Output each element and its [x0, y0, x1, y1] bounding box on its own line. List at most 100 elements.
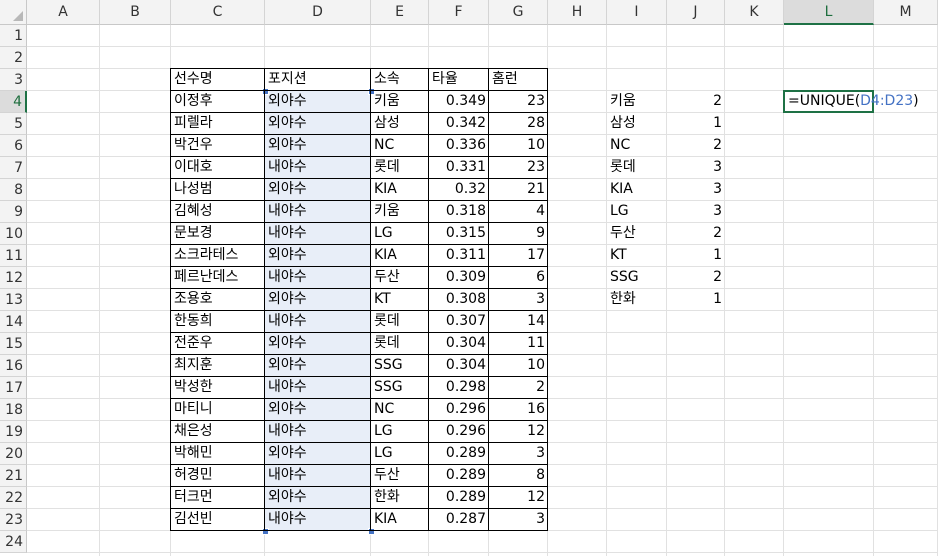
table-cell[interactable]: 박해민	[171, 443, 265, 465]
table-cell[interactable]: 내야수	[265, 509, 371, 531]
row-header-3[interactable]: 3	[0, 69, 27, 91]
table-cell[interactable]: 내야수	[265, 465, 371, 487]
table-cell[interactable]: 마티니	[171, 399, 265, 421]
column-header-m[interactable]: M	[874, 0, 938, 25]
table-cell[interactable]: 10	[489, 135, 548, 157]
table-cell[interactable]: 3	[489, 289, 548, 311]
summary-count[interactable]: 3	[667, 201, 725, 223]
table-cell[interactable]: 키움	[371, 201, 429, 223]
table-cell[interactable]: 내야수	[265, 421, 371, 443]
column-header-h[interactable]: H	[548, 0, 607, 25]
active-cell-l4[interactable]: =UNIQUE(D4:D23)	[783, 90, 919, 113]
table-cell[interactable]: 외야수	[265, 179, 371, 201]
table-cell[interactable]: 10	[489, 355, 548, 377]
column-header-j[interactable]: J	[667, 0, 725, 25]
summary-count[interactable]: 2	[667, 267, 725, 289]
row-header-13[interactable]: 13	[0, 289, 27, 311]
table-cell[interactable]: 23	[489, 157, 548, 179]
table-cell[interactable]: 외야수	[265, 135, 371, 157]
table-cell[interactable]: 0.307	[429, 311, 489, 333]
table-cell[interactable]: 허경민	[171, 465, 265, 487]
table-cell[interactable]: 12	[489, 421, 548, 443]
summary-team[interactable]: 삼성	[607, 113, 667, 135]
table-cell[interactable]: 0.296	[429, 421, 489, 443]
column-header-l[interactable]: L	[784, 0, 874, 25]
row-header-17[interactable]: 17	[0, 377, 27, 399]
table-cell[interactable]: 0.289	[429, 443, 489, 465]
table-cell[interactable]: 3	[489, 509, 548, 531]
table-cell[interactable]: 0.342	[429, 113, 489, 135]
table-cell[interactable]: KIA	[371, 245, 429, 267]
row-header-9[interactable]: 9	[0, 201, 27, 223]
table-cell[interactable]: 이대호	[171, 157, 265, 179]
table-cell[interactable]: 9	[489, 223, 548, 245]
column-header-e[interactable]: E	[371, 0, 429, 25]
table-cell[interactable]: 2	[489, 377, 548, 399]
table-header-cell[interactable]: 소속	[371, 69, 429, 91]
table-cell[interactable]: NC	[371, 399, 429, 421]
column-header-f[interactable]: F	[429, 0, 489, 25]
table-cell[interactable]: 0.304	[429, 333, 489, 355]
row-header-12[interactable]: 12	[0, 267, 27, 289]
summary-count[interactable]: 2	[667, 223, 725, 245]
column-header-k[interactable]: K	[725, 0, 784, 25]
table-cell[interactable]: 14	[489, 311, 548, 333]
table-cell[interactable]: 11	[489, 333, 548, 355]
table-cell[interactable]: 키움	[371, 91, 429, 113]
cell-formula[interactable]: =UNIQUE(D4:D23)	[788, 91, 919, 111]
table-header-cell[interactable]: 홈런	[489, 69, 548, 91]
row-header-24[interactable]: 24	[0, 531, 27, 553]
table-cell[interactable]: 0.318	[429, 201, 489, 223]
table-cell[interactable]: 외야수	[265, 355, 371, 377]
row-header-15[interactable]: 15	[0, 333, 27, 355]
table-cell[interactable]: KIA	[371, 179, 429, 201]
row-header-22[interactable]: 22	[0, 487, 27, 509]
table-cell[interactable]: LG	[371, 421, 429, 443]
table-cell[interactable]: 내야수	[265, 377, 371, 399]
summary-team[interactable]: NC	[607, 135, 667, 157]
row-header-21[interactable]: 21	[0, 465, 27, 487]
table-cell[interactable]: 내야수	[265, 201, 371, 223]
table-cell[interactable]: 16	[489, 399, 548, 421]
row-header-2[interactable]: 2	[0, 47, 27, 69]
table-cell[interactable]: 김선빈	[171, 509, 265, 531]
table-cell[interactable]: 0.336	[429, 135, 489, 157]
table-cell[interactable]: 두산	[371, 465, 429, 487]
table-cell[interactable]: 0.289	[429, 487, 489, 509]
row-header-11[interactable]: 11	[0, 245, 27, 267]
table-cell[interactable]: 3	[489, 443, 548, 465]
table-cell[interactable]: 페르난데스	[171, 267, 265, 289]
table-cell[interactable]: 6	[489, 267, 548, 289]
table-cell[interactable]: 0.349	[429, 91, 489, 113]
table-header-cell[interactable]: 선수명	[171, 69, 265, 91]
row-header-1[interactable]: 1	[0, 25, 27, 47]
row-header-4[interactable]: 4	[0, 91, 27, 113]
table-cell[interactable]: 0.32	[429, 179, 489, 201]
table-cell[interactable]: 피렐라	[171, 113, 265, 135]
table-cell[interactable]: NC	[371, 135, 429, 157]
summary-count[interactable]: 3	[667, 157, 725, 179]
table-cell[interactable]: 외야수	[265, 113, 371, 135]
table-cell[interactable]: LG	[371, 443, 429, 465]
table-cell[interactable]: 0.289	[429, 465, 489, 487]
table-cell[interactable]: 롯데	[371, 157, 429, 179]
table-cell[interactable]: 12	[489, 487, 548, 509]
table-cell[interactable]: 전준우	[171, 333, 265, 355]
table-cell[interactable]: 0.308	[429, 289, 489, 311]
table-cell[interactable]: 채은성	[171, 421, 265, 443]
table-cell[interactable]: 외야수	[265, 399, 371, 421]
table-cell[interactable]: 외야수	[265, 333, 371, 355]
table-cell[interactable]: 조용호	[171, 289, 265, 311]
table-cell[interactable]: 21	[489, 179, 548, 201]
table-cell[interactable]: 0.331	[429, 157, 489, 179]
summary-team[interactable]: 두산	[607, 223, 667, 245]
row-header-23[interactable]: 23	[0, 509, 27, 531]
table-cell[interactable]: 박건우	[171, 135, 265, 157]
summary-team[interactable]: KT	[607, 245, 667, 267]
summary-count[interactable]: 3	[667, 179, 725, 201]
table-cell[interactable]: 한화	[371, 487, 429, 509]
summary-team[interactable]: 롯데	[607, 157, 667, 179]
table-cell[interactable]: 김혜성	[171, 201, 265, 223]
table-cell[interactable]: 내야수	[265, 267, 371, 289]
table-cell[interactable]: 터크먼	[171, 487, 265, 509]
